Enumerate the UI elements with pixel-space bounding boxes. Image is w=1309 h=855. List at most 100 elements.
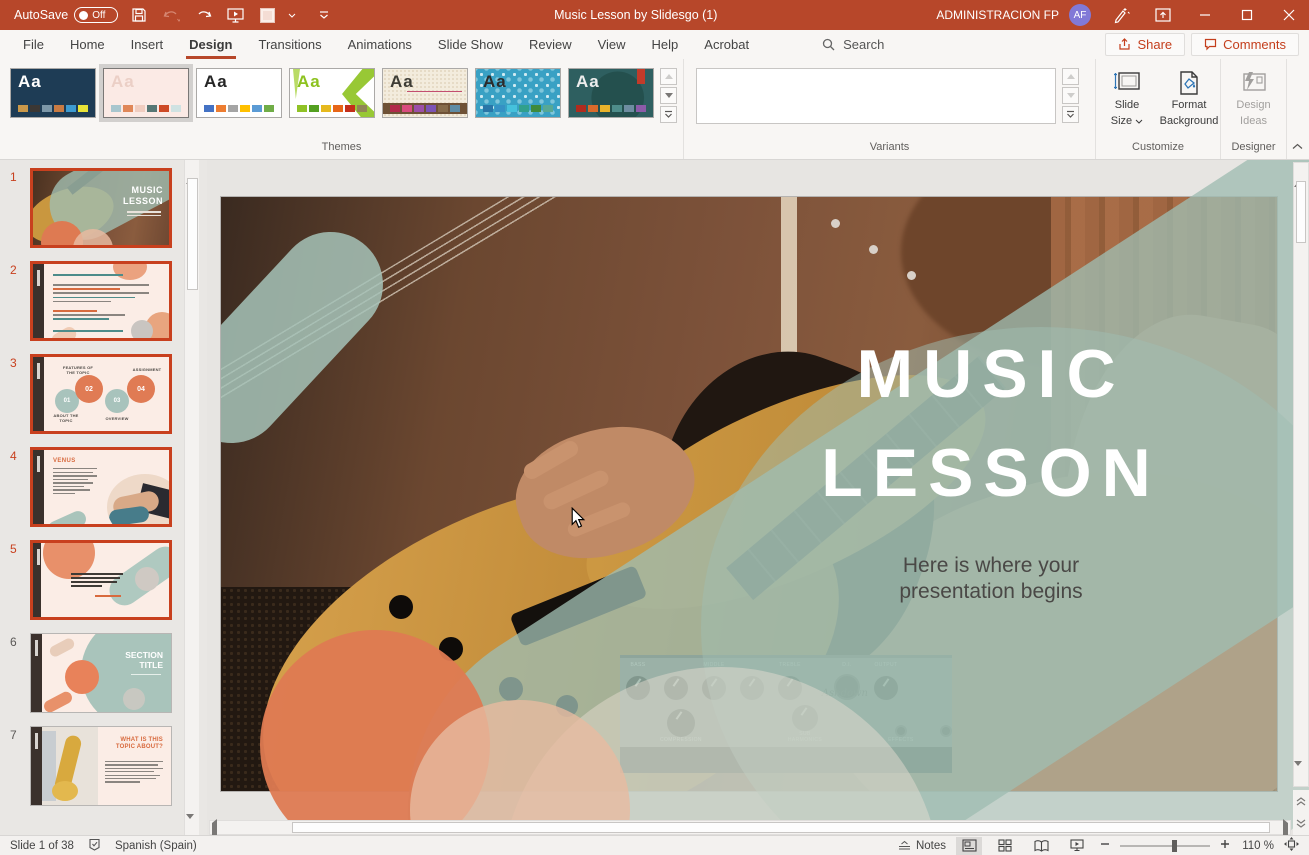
scroll-down-button[interactable]	[186, 819, 198, 833]
zoom-slider-thumb[interactable]	[1172, 840, 1177, 852]
variants-scroll-up-button[interactable]	[1062, 68, 1079, 85]
tab-view[interactable]: View	[585, 32, 639, 58]
start-slideshow-button[interactable]	[224, 4, 246, 26]
autosave-toggle[interactable]: AutoSave Off	[14, 7, 118, 23]
slide-1-editor[interactable]: BASS MIDDLE TREBLE D.I. OUTPUT Ashdown C…	[221, 197, 1277, 791]
scroll-left-button[interactable]	[212, 823, 217, 835]
previous-slide-button[interactable]	[1296, 793, 1306, 811]
scroll-right-button[interactable]	[1283, 823, 1288, 835]
reading-view-button[interactable]	[1028, 837, 1054, 855]
notes-button[interactable]: Notes	[898, 840, 946, 852]
thumbnail-scrollbar[interactable]	[184, 160, 199, 835]
tab-slide-show[interactable]: Slide Show	[425, 32, 516, 58]
variants-more-button[interactable]	[1062, 106, 1079, 123]
theme-thumbnail-1[interactable]: Aa	[10, 68, 96, 118]
slide-thumbnail-1[interactable]: 1 MUSICLESSON	[6, 168, 207, 248]
tab-insert[interactable]: Insert	[118, 32, 177, 58]
slide-thumbnail-5[interactable]: 5	[6, 540, 207, 620]
theme-thumbnail-7[interactable]: Aa	[568, 68, 654, 118]
normal-view-button[interactable]	[956, 837, 982, 855]
fit-slide-button[interactable]	[1284, 837, 1299, 854]
vertical-scrollbar[interactable]	[1293, 162, 1309, 787]
slide-sorter-view-button[interactable]	[992, 837, 1018, 855]
tab-transitions[interactable]: Transitions	[246, 32, 335, 58]
title-text-block[interactable]: MUSIC LESSON Here is where yourpresentat…	[661, 325, 1309, 605]
themes-scroll-up-button[interactable]	[660, 68, 677, 85]
slide-counter[interactable]: Slide 1 of 38	[10, 840, 74, 852]
sage-pill-shape[interactable]	[221, 210, 405, 464]
theme-thumbnail-6[interactable]: Aa	[475, 68, 561, 118]
customize-qat-button[interactable]	[313, 4, 335, 26]
slide-canvas[interactable]: BASS MIDDLE TREBLE D.I. OUTPUT Ashdown C…	[207, 160, 1309, 835]
theme-thumbnail-4[interactable]: Aa	[289, 68, 375, 118]
search-box[interactable]: Search	[822, 37, 884, 52]
design-ideas-label-2: Ideas	[1240, 115, 1267, 128]
slide-number: 7	[6, 726, 30, 806]
comments-button[interactable]: Comments	[1191, 33, 1299, 56]
next-slide-button[interactable]	[1296, 815, 1306, 833]
tab-acrobat[interactable]: Acrobat	[691, 32, 762, 58]
theme-thumbnail-5[interactable]: Aa	[382, 68, 468, 118]
save-button[interactable]	[128, 4, 150, 26]
swatch	[588, 105, 598, 112]
slide-thumbnail-7[interactable]: 7 WHAT IS THIS TOPIC ABOUT?	[6, 726, 207, 806]
themes-scroll-down-button[interactable]	[660, 87, 677, 104]
spell-check-button[interactable]	[88, 838, 101, 854]
swatch	[264, 105, 274, 112]
autosave-state: Off	[92, 10, 105, 21]
spell-check-icon	[88, 838, 101, 851]
theme-thumbnail-2-selected[interactable]: Aa	[103, 68, 189, 118]
minimize-button[interactable]	[1185, 0, 1225, 30]
undo-button[interactable]	[160, 4, 182, 26]
language-indicator[interactable]: Spanish (Spain)	[115, 840, 197, 852]
zoom-in-button[interactable]	[1220, 839, 1230, 852]
slide-6-preview: SECTIONTITLE	[31, 634, 171, 712]
theme-thumbnail-3[interactable]: Aa	[196, 68, 282, 118]
scrollbar-thumb[interactable]	[1296, 181, 1306, 243]
tab-home[interactable]: Home	[57, 32, 118, 58]
ribbon-display-options-button[interactable]	[1143, 0, 1183, 30]
themes-more-button[interactable]	[660, 106, 677, 123]
zoom-out-button[interactable]	[1100, 839, 1110, 852]
scrollbar-thumb[interactable]	[187, 178, 198, 290]
redo-button[interactable]	[192, 4, 214, 26]
horizontal-scrollbar[interactable]	[209, 820, 1291, 835]
maximize-button[interactable]	[1227, 0, 1267, 30]
slide-sorter-icon	[998, 839, 1012, 852]
close-button[interactable]	[1269, 0, 1309, 30]
zoom-level[interactable]: 110 %	[1240, 840, 1274, 852]
swatch-dropdown[interactable]	[281, 4, 303, 26]
variants-scroll-down-button[interactable]	[1062, 87, 1079, 104]
theme-sample-text: Aa	[18, 72, 42, 92]
slide-thumbnail-6[interactable]: 6 SECTIONTITLE	[6, 633, 207, 713]
tab-review[interactable]: Review	[516, 32, 585, 58]
share-button[interactable]: Share	[1105, 33, 1185, 56]
design-ideas-button[interactable]: Design Ideas	[1225, 68, 1283, 128]
avatar[interactable]: AF	[1069, 4, 1091, 26]
tab-file[interactable]: File	[10, 32, 57, 58]
slide-size-button[interactable]: Slide Size	[1098, 68, 1156, 128]
tab-design[interactable]: Design	[176, 32, 245, 58]
scroll-up-button[interactable]	[186, 162, 198, 176]
slide-thumbnail-2[interactable]: 2	[6, 261, 207, 341]
zoom-slider[interactable]	[1120, 845, 1210, 847]
tab-animations[interactable]: Animations	[335, 32, 425, 58]
scroll-down-button[interactable]	[1294, 766, 1308, 784]
swatch	[333, 105, 343, 112]
account-name[interactable]: ADMINISTRACION FP	[936, 8, 1059, 22]
swatch	[402, 105, 412, 112]
quick-swatch-button[interactable]	[256, 4, 278, 26]
scrollbar-thumb[interactable]	[292, 822, 1270, 833]
variants-gallery[interactable]	[696, 68, 1056, 124]
format-background-button[interactable]: Format Background	[1160, 68, 1218, 128]
collapse-ribbon-button[interactable]	[1292, 137, 1303, 155]
slide-thumbnail-4[interactable]: 4 VENUS	[6, 447, 207, 527]
magic-pen-button[interactable]	[1101, 0, 1141, 30]
autosave-pill[interactable]: Off	[74, 7, 118, 23]
comments-icon	[1204, 38, 1217, 51]
tab-help[interactable]: Help	[639, 32, 692, 58]
slide-4-preview: VENUS	[33, 450, 169, 524]
slideshow-view-button[interactable]	[1064, 837, 1090, 855]
slide-thumbnail-3[interactable]: 3 FEATURES OF THE TOPIC ASSIGNMENT 01 02…	[6, 354, 207, 434]
swatch	[42, 105, 52, 112]
